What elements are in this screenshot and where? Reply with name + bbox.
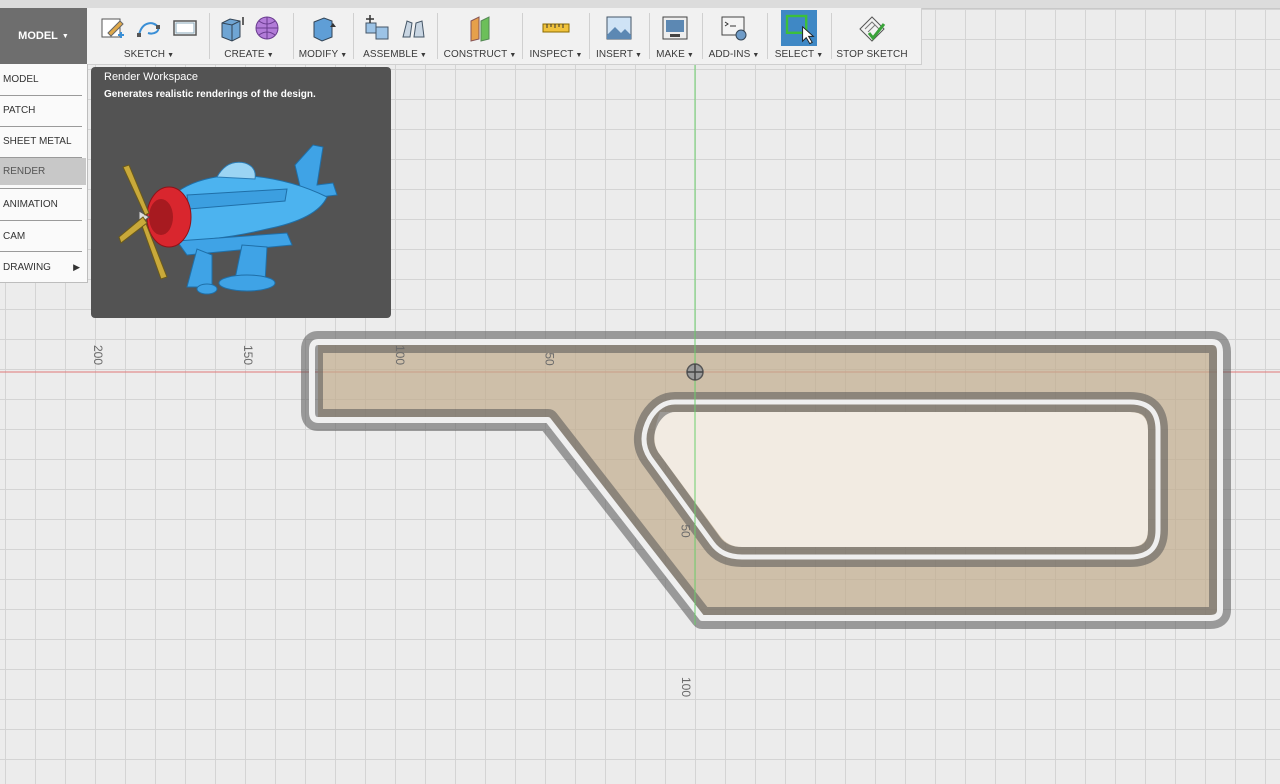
tooltip-title: Render Workspace (104, 71, 198, 83)
workspace-item-render[interactable]: RENDER (0, 158, 86, 185)
toolbar-group-modify[interactable]: MODIFY ▼ (298, 8, 348, 64)
workspace-item-animation[interactable]: ANIMATION (0, 189, 86, 219)
rectangle-icon[interactable] (170, 13, 200, 43)
form-icon[interactable] (252, 13, 282, 43)
workspace-label: MODEL (18, 30, 58, 42)
tooltip-description: Generates realistic renderings of the de… (104, 89, 316, 100)
sketch-menu-label[interactable]: SKETCH ▼ (124, 48, 174, 63)
joint-icon[interactable] (398, 13, 428, 43)
toolbar-group-construct[interactable]: CONSTRUCT ▼ (443, 8, 517, 64)
workspace-item-label: PATCH (3, 104, 36, 116)
select-menu-label[interactable]: SELECT ▼ (775, 48, 824, 63)
toolbar-separator (353, 13, 354, 59)
toolbar-separator (831, 13, 832, 59)
workspace-item-sheet-metal[interactable]: SHEET METAL (0, 126, 86, 156)
ruler-label-h-200: 200 (91, 344, 106, 366)
toolbar-group-inspect[interactable]: INSPECT ▼ (528, 8, 584, 64)
toolbar-separator (767, 13, 768, 59)
scripts-addins-icon[interactable] (719, 13, 749, 43)
offset-plane-icon[interactable] (465, 13, 495, 43)
toolbar-group-insert[interactable]: INSERT ▼ (595, 8, 643, 64)
toolbar-separator (293, 13, 294, 59)
create-sketch-icon[interactable] (98, 13, 128, 43)
workspace-menu: MODEL PATCH SHEET METAL RENDER ANIMATION… (0, 64, 88, 283)
workspace-item-label: MODEL (3, 73, 39, 85)
workspace-item-cam[interactable]: CAM (0, 221, 86, 251)
assemble-menu-label[interactable]: ASSEMBLE ▼ (363, 48, 427, 63)
toolbar-group-select[interactable]: SELECT ▼ (773, 8, 825, 64)
submenu-arrow-icon: ▶ (73, 261, 80, 272)
workspace-item-label: SHEET METAL (3, 135, 72, 147)
addins-menu-label[interactable]: ADD-INS ▼ (709, 48, 760, 63)
ruler-label-h-150: 150 (241, 344, 256, 366)
toolbar-group-addins[interactable]: ADD-INS ▼ (707, 8, 761, 64)
render-workspace-tooltip: Render Workspace Generates realistic ren… (91, 67, 391, 318)
toolbar-separator (702, 13, 703, 59)
inspect-menu-label[interactable]: INSPECT ▼ (529, 48, 582, 63)
select-icon[interactable] (781, 10, 817, 46)
spline-icon[interactable] (134, 13, 164, 43)
workspace-item-label: RENDER (3, 166, 46, 177)
toolbar-separator (522, 13, 523, 59)
make-menu-label[interactable]: MAKE ▼ (656, 48, 694, 63)
workspace-switcher-button[interactable]: MODEL ▼ (0, 8, 87, 64)
press-pull-icon[interactable] (308, 13, 338, 43)
measure-icon[interactable] (541, 13, 571, 43)
stop-sketch-icon[interactable] (857, 13, 887, 43)
workspace-item-label: DRAWING (3, 261, 51, 273)
stop-sketch-label[interactable]: STOP SKETCH (836, 48, 907, 62)
create-menu-label[interactable]: CREATE ▼ (224, 48, 273, 63)
ruler-label-h-50: 50 (542, 352, 557, 366)
ruler-label-v-50: 50 (678, 524, 693, 538)
new-component-icon[interactable] (362, 13, 392, 43)
airplane-render-image (118, 144, 338, 295)
toolbar-separator (209, 13, 210, 59)
modify-menu-label[interactable]: MODIFY ▼ (299, 48, 348, 63)
insert-menu-label[interactable]: INSERT ▼ (596, 48, 642, 63)
part-cutout (654, 412, 1148, 547)
toolbar-group-stop-sketch[interactable]: STOP SKETCH (836, 8, 908, 64)
dropdown-caret-icon: ▼ (61, 32, 69, 40)
make-3d-print-icon[interactable] (660, 13, 690, 43)
toolbar-group-create[interactable]: CREATE ▼ (213, 8, 285, 64)
extrude-icon[interactable] (216, 13, 246, 43)
toolbar-group-sketch[interactable]: SKETCH ▼ (93, 8, 205, 64)
workspace-item-model[interactable]: MODEL (0, 64, 86, 94)
workspace-item-label: CAM (3, 230, 26, 242)
ruler-label-h-100: 100 (393, 344, 408, 366)
workspace-item-label: ANIMATION (3, 198, 58, 210)
workspace-item-patch[interactable]: PATCH (0, 95, 86, 125)
insert-image-icon[interactable] (604, 13, 634, 43)
origin-icon[interactable] (686, 363, 704, 381)
workspace-item-drawing[interactable]: DRAWING ▶ (0, 252, 86, 282)
construct-menu-label[interactable]: CONSTRUCT ▼ (444, 48, 517, 63)
ruler-label-v-100: 100 (679, 676, 694, 698)
toolbar-group-make[interactable]: MAKE ▼ (654, 8, 696, 64)
toolbar-group-assemble[interactable]: ASSEMBLE ▼ (358, 8, 432, 64)
toolbar-separator (437, 13, 438, 59)
toolbar-separator (589, 13, 590, 59)
toolbar-separator (649, 13, 650, 59)
